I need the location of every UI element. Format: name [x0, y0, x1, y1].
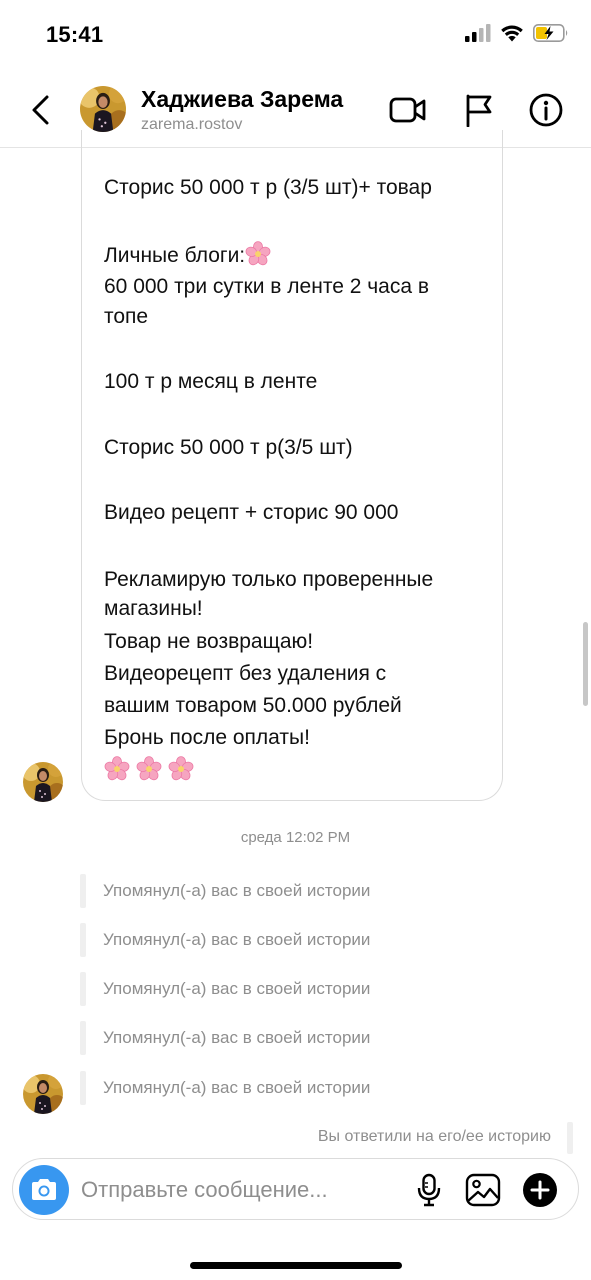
story-reply-note[interactable]: Вы ответили на его/ее историю	[318, 1128, 551, 1146]
plus-icon	[523, 1173, 557, 1207]
back-icon	[32, 95, 49, 125]
message-line: Товар не возвращаю!	[104, 630, 314, 653]
message-line: Сторис 50 000 т р (3/5 шт)+ товар	[104, 176, 432, 199]
mention-bar	[80, 1021, 86, 1055]
mention-bar	[80, 923, 86, 957]
story-mention[interactable]: Упомянул(-а) вас в своей истории	[80, 1021, 410, 1055]
home-indicator[interactable]	[190, 1262, 402, 1269]
reply-bar	[567, 1122, 573, 1154]
status-time: 15:41	[46, 22, 104, 47]
info-icon	[529, 93, 563, 127]
cellular-signal-icon	[465, 24, 491, 42]
message-line: Рекламирую только проверенные	[104, 568, 434, 591]
message-line: магазины!	[104, 597, 203, 620]
message-line: Личные блоги:	[104, 241, 277, 271]
gallery-icon	[465, 1173, 501, 1207]
flag-icon	[466, 94, 492, 127]
status-icons	[465, 24, 569, 42]
sender-avatar[interactable]	[23, 1074, 63, 1114]
cherry-blossom-icon	[136, 756, 162, 782]
camera-icon	[32, 1179, 56, 1200]
story-mention[interactable]: Упомянул(-а) вас в своей истории	[80, 1071, 410, 1105]
voice-message-button[interactable]	[409, 1170, 449, 1210]
contact-name[interactable]: Хаджиева Зарема	[141, 86, 343, 113]
mention-text: Упомянул(-а) вас в своей истории	[103, 881, 371, 900]
message-emoji-line	[104, 756, 200, 786]
header-avatar[interactable]	[80, 86, 126, 132]
message-line: топе	[104, 305, 149, 328]
video-call-button[interactable]	[388, 90, 428, 130]
info-button[interactable]	[526, 90, 566, 130]
message-line: Сторис 50 000 т р(3/5 шт)	[104, 436, 353, 459]
mention-bar	[80, 1071, 86, 1105]
message-line: Видеорецепт без удаления с	[104, 662, 387, 685]
message-line: Видео рецепт + сторис 90 000	[104, 501, 399, 524]
more-options-button[interactable]	[520, 1170, 560, 1210]
mention-text: Упомянул(-а) вас в своей истории	[103, 930, 371, 949]
message-composer	[12, 1158, 579, 1220]
story-mention[interactable]: Упомянул(-а) вас в своей истории	[80, 923, 410, 957]
message-input[interactable]	[81, 1173, 401, 1207]
mention-text: Упомянул(-а) вас в своей истории	[103, 1078, 371, 1097]
story-mention[interactable]: Упомянул(-а) вас в своей истории	[80, 972, 410, 1006]
cherry-blossom-icon	[104, 756, 130, 782]
wifi-icon	[501, 25, 523, 42]
mention-text: Упомянул(-а) вас в своей истории	[103, 1028, 371, 1047]
cherry-blossom-icon	[245, 241, 271, 267]
message-line: 60 000 три сутки в ленте 2 часа в	[104, 275, 430, 298]
microphone-icon	[417, 1173, 441, 1207]
report-button[interactable]	[459, 90, 499, 130]
mention-bar	[80, 874, 86, 908]
video-call-icon	[389, 97, 426, 123]
sender-avatar[interactable]	[23, 762, 63, 802]
story-mention[interactable]: Упомянул(-а) вас в своей истории	[80, 874, 410, 908]
message-line: 100 т р месяц в ленте	[104, 370, 318, 393]
message-line: вашим товаром 50.000 рублей	[104, 694, 402, 717]
battery-charging-icon	[533, 24, 568, 42]
mention-text: Упомянул(-а) вас в своей истории	[103, 979, 371, 998]
message-line: Бронь после оплаты!	[104, 726, 310, 749]
scrollbar[interactable]	[583, 622, 588, 706]
message-timestamp: среда 12:02 PM	[240, 829, 351, 846]
back-button[interactable]	[22, 90, 58, 130]
status-bar: 15:41	[0, 0, 591, 72]
message-line-text: Личные блоги:	[104, 244, 246, 267]
gallery-button[interactable]	[463, 1170, 503, 1210]
camera-button[interactable]	[19, 1165, 69, 1215]
cherry-blossom-icon	[168, 756, 194, 782]
mention-bar	[80, 972, 86, 1006]
